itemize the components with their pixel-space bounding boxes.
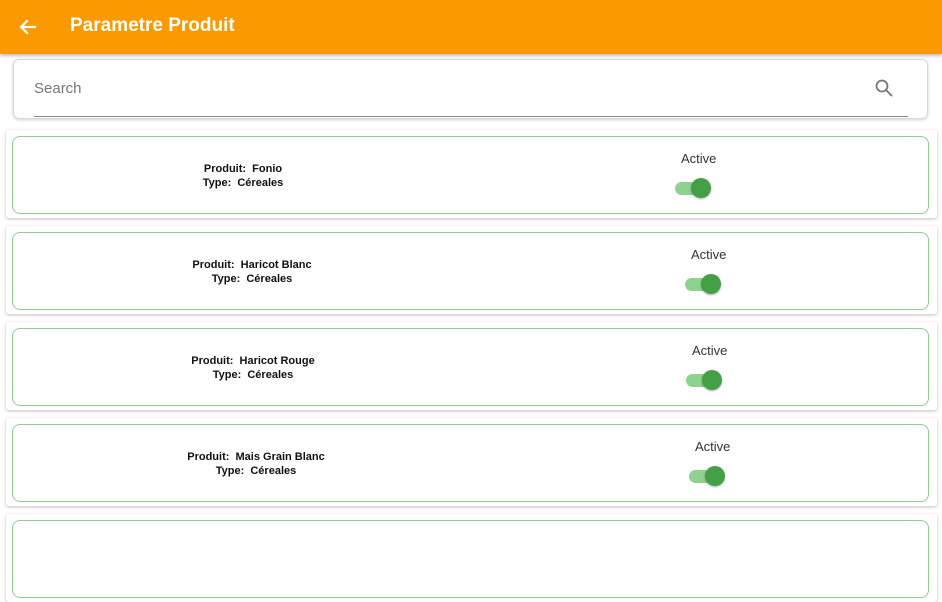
product-card: Produit: Haricot Rouge Type: Céreales Acti… [6, 322, 937, 410]
list-item[interactable]: Produit: Mais Grain Blanc Type: Céreales A… [12, 424, 929, 502]
arrow-left-icon [19, 19, 37, 35]
back-button[interactable] [12, 11, 44, 43]
active-toggle[interactable] [685, 274, 721, 294]
product-info: Produit: Haricot Blanc Type: Céreales [102, 258, 402, 286]
product-type: Type: Céreales [212, 369, 294, 381]
product-name: Produit: Haricot Rouge [191, 355, 315, 367]
list-item[interactable]: Produit: Haricot Blanc Type: Céreales Acti… [12, 232, 929, 310]
page-title: Parametre Produit [70, 15, 235, 36]
status-label: Active [692, 343, 728, 358]
toggle-thumb [701, 274, 721, 294]
toggle-thumb [691, 178, 711, 198]
status-label: Active [695, 439, 731, 454]
product-card-partial [6, 514, 937, 602]
toggle-thumb [705, 466, 725, 486]
active-toggle[interactable] [675, 178, 711, 198]
status-label: Active [681, 151, 717, 166]
app-bar: Parametre Produit [0, 0, 942, 54]
product-info: Produit: Mais Grain Blanc Type: Céreales [106, 450, 406, 478]
product-info: Produit: Fonio Type: Céreales [93, 162, 393, 190]
product-info: Produit: Haricot Rouge Type: Céreales [103, 354, 403, 382]
product-type: Type: Céreales [202, 177, 284, 189]
search-underline [34, 116, 908, 117]
product-card: Produit: Fonio Type: Céreales Active [6, 130, 937, 218]
list-item[interactable]: Produit: Fonio Type: Céreales Active [12, 136, 929, 214]
list-item[interactable] [12, 520, 929, 598]
product-type: Type: Céreales [211, 273, 293, 285]
toggle-thumb [702, 370, 722, 390]
product-name: Produit: Mais Grain Blanc [187, 451, 325, 463]
search-bar [13, 59, 928, 119]
product-card: Produit: Haricot Blanc Type: Céreales Acti… [6, 226, 937, 314]
active-toggle[interactable] [686, 370, 722, 390]
list-item[interactable]: Produit: Haricot Rouge Type: Céreales Acti… [12, 328, 929, 406]
product-type: Type: Céreales [215, 465, 297, 477]
status-label: Active [691, 247, 727, 262]
search-icon[interactable] [874, 78, 894, 98]
product-card: Produit: Mais Grain Blanc Type: Céreales A… [6, 418, 937, 506]
search-input[interactable] [34, 76, 834, 100]
product-name: Produit: Haricot Blanc [192, 259, 312, 271]
active-toggle[interactable] [689, 466, 725, 486]
product-name: Produit: Fonio [203, 163, 283, 175]
